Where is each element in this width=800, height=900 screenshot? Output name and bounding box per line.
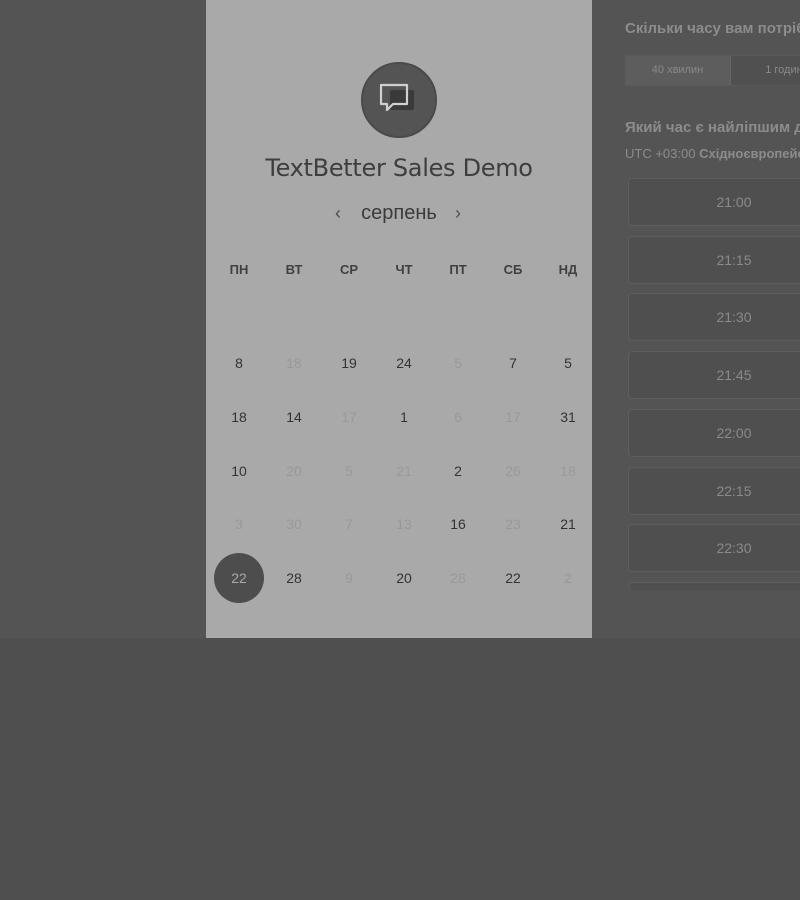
timezone-label[interactable]: UTC +03:00 Східноєвропейський час: [625, 146, 800, 161]
calendar-day[interactable]: 5: [543, 338, 593, 388]
calendar-day: 5: [345, 463, 353, 479]
calendar-day: 13: [396, 516, 412, 532]
time-slot-button[interactable]: 21:30: [628, 293, 800, 342]
calendar-day[interactable]: 14: [269, 392, 319, 442]
calendar-day[interactable]: 20: [379, 553, 429, 603]
time-slot-button[interactable]: 21:00: [628, 178, 800, 226]
calendar-day: 9: [345, 570, 353, 586]
calendar-day[interactable]: 21: [543, 499, 593, 549]
calendar-day: 2: [564, 570, 572, 586]
timezone-offset: UTC +03:00: [625, 146, 696, 161]
calendar-day: 6: [454, 409, 462, 425]
calendar-day[interactable]: 19: [324, 338, 374, 388]
calendar-day[interactable]: 22: [488, 553, 538, 603]
calendar-day: 23: [505, 516, 521, 532]
calendar-day[interactable]: 10: [214, 446, 264, 496]
calendar-day[interactable]: 1: [379, 392, 429, 442]
calendar-day: 26: [505, 463, 521, 479]
calendar-day: 17: [341, 409, 357, 425]
calendar-day: 17: [505, 409, 521, 425]
calendar-day[interactable]: 28: [269, 553, 319, 603]
calendar-day: 3: [235, 516, 243, 532]
time-question: Який час є найліпшим для вас?: [625, 119, 800, 136]
time-slot-button[interactable]: 22:15: [628, 466, 800, 515]
calendar-day: 30: [286, 516, 302, 532]
duration-question: Скільки часу вам потрібно?: [625, 20, 800, 37]
calendar-day: 21: [396, 463, 412, 479]
time-slot-label: 22:15: [716, 482, 752, 499]
duration-option[interactable]: 40 хвилин: [625, 56, 731, 85]
time-slot-button[interactable]: 21:15: [628, 235, 800, 284]
duration-option[interactable]: 1 година: [731, 56, 800, 85]
time-slot-label: 22:00: [716, 424, 752, 441]
time-slot-label: 21:15: [716, 251, 752, 268]
time-slot-button[interactable]: 21:45: [628, 351, 800, 400]
calendar-day[interactable]: 8: [214, 338, 264, 388]
booking-options: Скільки часу вам потрібно? 40 хвилин 1 г…: [625, 0, 800, 638]
calendar-day[interactable]: 24: [379, 338, 429, 388]
calendar-day[interactable]: 31: [543, 392, 593, 442]
calendar-day[interactable]: 2: [433, 446, 483, 496]
calendar-day-selected[interactable]: 22: [214, 553, 264, 603]
time-slot-button[interactable]: [628, 582, 800, 590]
time-slot-label: 21:30: [716, 309, 752, 326]
calendar-day: 20: [286, 463, 302, 479]
calendar-day: 18: [560, 463, 576, 479]
calendar-day[interactable]: 16: [433, 499, 483, 549]
time-slot-label: 22:30: [716, 540, 752, 557]
time-slot-button[interactable]: 22:00: [628, 408, 800, 457]
calendar-day: 18: [286, 355, 302, 371]
duration-selector: 40 хвилин 1 година: [625, 55, 800, 86]
calendar-grid: 8 18 19 24 5 7 5 18 14 17 1 6 17 31 10 20 5 21 2 26 18 3 30 7 13…: [206, 0, 592, 638]
calendar-day[interactable]: 18: [214, 392, 264, 442]
time-slot-label: 21:45: [716, 367, 752, 384]
time-slot-button[interactable]: 22:30: [628, 524, 800, 573]
calendar-day: 28: [450, 570, 466, 586]
timezone-name: Східноєвропейський час: [699, 146, 800, 161]
calendar-day: 5: [454, 355, 462, 371]
calendar-day: 7: [345, 516, 353, 532]
calendar-day[interactable]: 7: [488, 338, 538, 388]
time-slot-label: 21:00: [716, 194, 752, 210]
